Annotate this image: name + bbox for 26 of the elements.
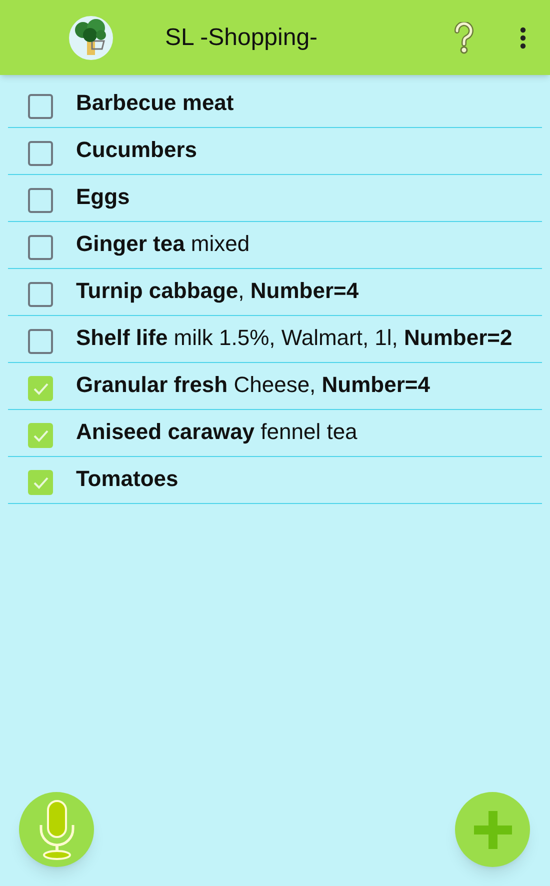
checkbox[interactable] — [28, 329, 53, 354]
plus-icon — [472, 808, 514, 850]
item-label[interactable]: Shelf life milk 1.5%, Walmart, 1l, Number=2 — [76, 324, 520, 352]
item-label[interactable]: Tomatoes — [76, 465, 186, 493]
help-icon[interactable] — [453, 22, 475, 54]
item-label[interactable]: Turnip cabbage, Number=4 — [76, 277, 367, 305]
checkbox[interactable] — [28, 470, 53, 495]
item-label[interactable]: Eggs — [76, 183, 138, 211]
checkbox[interactable] — [28, 188, 53, 213]
check-icon — [32, 382, 48, 395]
item-label[interactable]: Granular fresh Cheese, Number=4 — [76, 371, 438, 399]
item-label[interactable]: Barbecue meat — [76, 89, 242, 117]
item-label[interactable]: Aniseed caraway fennel tea — [76, 418, 366, 446]
check-icon — [32, 476, 48, 489]
checkbox[interactable] — [28, 376, 53, 401]
check-icon — [32, 429, 48, 442]
item-label[interactable]: Ginger tea mixed — [76, 230, 258, 258]
checkbox[interactable] — [28, 282, 53, 307]
more-menu-icon[interactable] — [519, 26, 527, 50]
checkbox[interactable] — [28, 141, 53, 166]
broccoli-cart-logo[interactable] — [68, 14, 114, 60]
checkbox[interactable] — [28, 94, 53, 119]
item-label[interactable]: Cucumbers — [76, 136, 206, 164]
app-title: SL -Shopping- — [165, 22, 318, 52]
checkbox[interactable] — [28, 423, 53, 448]
checkbox[interactable] — [28, 235, 53, 260]
